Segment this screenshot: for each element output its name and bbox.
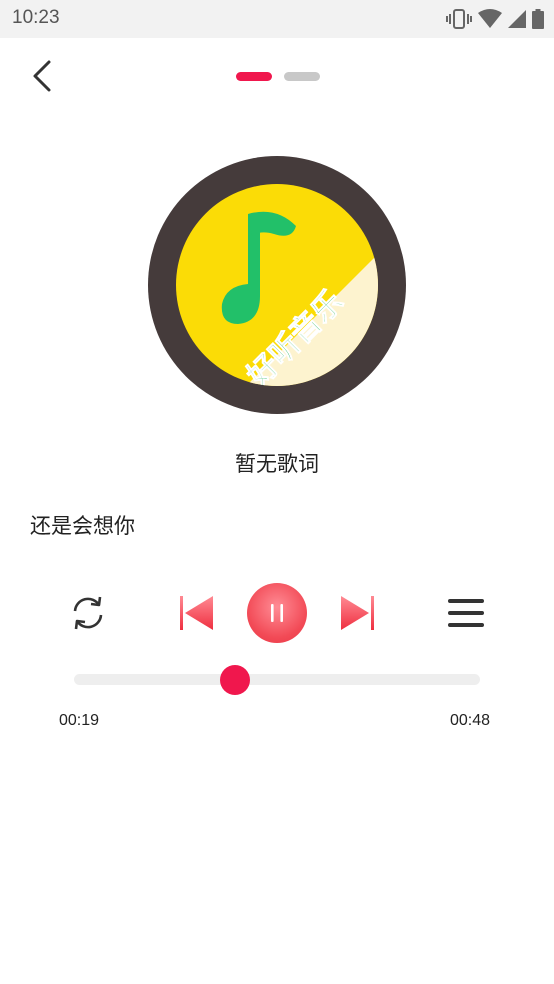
skip-previous-icon	[180, 596, 213, 630]
wifi-icon	[478, 9, 502, 29]
status-icons	[446, 9, 544, 29]
current-time: 00:19	[59, 712, 100, 729]
repeat-icon	[73, 596, 103, 630]
menu-icon	[448, 599, 484, 627]
status-bar: 10:23	[0, 0, 554, 38]
song-title: 还是会想你	[30, 514, 135, 538]
battery-icon	[532, 9, 544, 29]
previous-button[interactable]	[175, 592, 219, 634]
play-pause-button[interactable]	[247, 583, 307, 643]
seek-bar[interactable]	[74, 665, 480, 695]
player-controls	[0, 580, 554, 646]
chevron-left-icon	[33, 60, 51, 92]
vibrate-icon	[446, 9, 472, 29]
back-button[interactable]	[22, 56, 62, 96]
seek-track[interactable]	[74, 674, 480, 685]
page-dot-lyrics[interactable]	[236, 72, 272, 81]
loop-button[interactable]	[66, 592, 110, 634]
page-indicator	[236, 72, 320, 82]
album-art: 好听音乐	[148, 156, 406, 414]
cellular-signal-icon	[508, 9, 526, 29]
page-dot-info[interactable]	[284, 72, 320, 81]
pause-icon	[271, 604, 283, 622]
lyrics-status: 暂无歌词	[235, 452, 319, 476]
next-button[interactable]	[335, 592, 379, 634]
status-time: 10:23	[12, 7, 60, 28]
seek-thumb[interactable]	[219, 665, 250, 695]
total-time: 00:48	[450, 712, 491, 729]
skip-next-icon	[341, 596, 374, 630]
playlist-button[interactable]	[443, 592, 489, 634]
